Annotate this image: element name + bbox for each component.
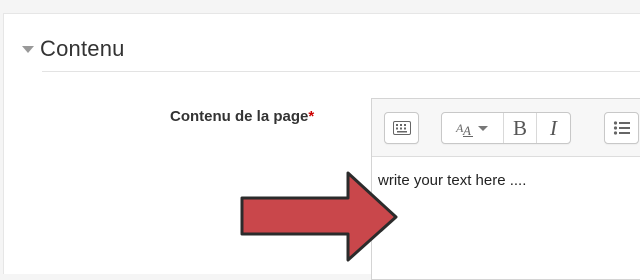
section-divider (42, 71, 640, 72)
keyboard-icon (392, 121, 411, 135)
required-marker: * (308, 108, 315, 125)
toolbar-group-toggle (384, 112, 419, 144)
section-title: Contenu (40, 36, 125, 61)
bold-button[interactable]: B (504, 113, 537, 143)
unordered-list-button[interactable] (605, 113, 638, 143)
toolbar-group-lists (604, 112, 639, 144)
font-style-icon: A A (455, 121, 488, 138)
bold-label: B (512, 115, 527, 140)
section-header-contenu[interactable]: Contenu (22, 36, 125, 62)
font-style-button[interactable]: A A (442, 113, 504, 143)
svg-text:A: A (462, 123, 471, 138)
pointer-arrow-icon (240, 171, 398, 262)
italic-label: I (550, 115, 557, 140)
italic-button[interactable]: I (537, 113, 570, 143)
rich-text-editor: A A B I write your text here .... (371, 98, 640, 280)
toolbar-group-format: A A B I (441, 112, 571, 144)
list-icon (613, 121, 630, 135)
collapse-caret-icon[interactable] (22, 46, 34, 53)
toolbar-toggle-button[interactable] (385, 113, 418, 143)
editor-toolbar: A A B I (372, 99, 640, 157)
field-label: Contenu de la page* (170, 108, 314, 125)
field-label-text: Contenu de la page (170, 108, 309, 125)
